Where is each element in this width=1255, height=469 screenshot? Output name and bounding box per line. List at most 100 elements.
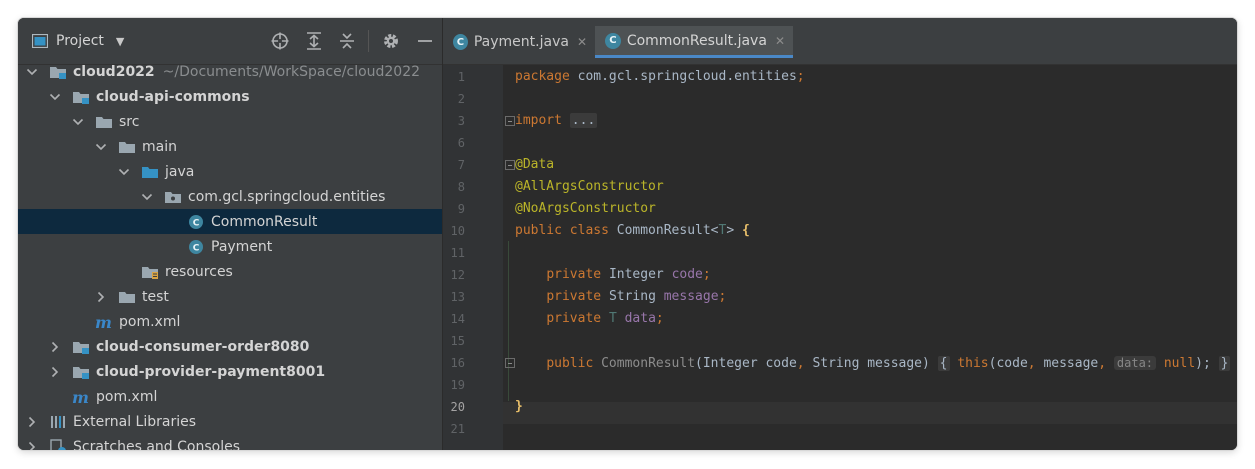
code-token: code — [671, 267, 703, 282]
tree-item[interactable]: m pom.xml — [18, 384, 442, 409]
tree-item[interactable]: Scratches and Consoles — [18, 434, 442, 451]
code-token: package — [515, 69, 578, 84]
fold-toggle-icon[interactable] — [505, 160, 515, 170]
tree-item[interactable]: External Libraries — [18, 409, 442, 434]
close-icon[interactable]: ✕ — [577, 35, 587, 49]
code-line[interactable]: } — [515, 396, 523, 418]
tree-item[interactable]: cloud-provider-payment8001 — [18, 359, 442, 384]
project-view-selector[interactable]: Project ▼ — [32, 30, 124, 52]
code-token: data — [624, 311, 656, 326]
chevron-down-icon[interactable] — [95, 141, 107, 153]
code-line[interactable]: import ... — [515, 110, 598, 132]
collapse-all-icon[interactable] — [337, 31, 357, 51]
code-token: CommonResult< — [616, 223, 719, 238]
code-token: , — [1027, 356, 1044, 371]
module-folder-icon — [73, 91, 89, 104]
code-line[interactable]: private T data; — [515, 308, 664, 330]
tree-item[interactable]: C Payment — [18, 234, 442, 259]
tree-item[interactable]: C CommonResult — [18, 209, 442, 234]
package-icon — [165, 191, 181, 203]
tab-payment-java[interactable]: C Payment.java ✕ — [443, 26, 595, 58]
tree-item[interactable]: main — [18, 134, 442, 159]
expand-all-icon[interactable] — [304, 31, 324, 51]
code-line[interactable]: public class CommonResult<T> { — [515, 220, 750, 242]
folded-region[interactable]: } — [1218, 356, 1231, 371]
code-token: private — [546, 267, 609, 282]
chevron-down-icon[interactable] — [141, 191, 153, 203]
code-token: message — [663, 289, 719, 304]
code-token: } — [515, 399, 523, 414]
hide-panel-icon[interactable] — [415, 31, 435, 51]
code-token: com.gcl.springcloud.entities — [577, 69, 797, 84]
chevron-right-icon[interactable] — [49, 366, 61, 378]
code-line[interactable]: private String message; — [515, 286, 726, 308]
tree-spacer — [72, 316, 84, 328]
code-line[interactable]: @AllArgsConstructor — [515, 176, 664, 198]
close-icon[interactable]: ✕ — [775, 34, 785, 48]
tree-spacer — [118, 266, 130, 278]
tree-item[interactable]: cloud-api-commons — [18, 84, 442, 109]
chevron-right-icon[interactable] — [26, 441, 38, 451]
line-number-gutter[interactable]: 1 2 3 6 7 8 9 10 11 12 13 14 15 16 19 20 21 — [443, 65, 503, 450]
line-number: 11 — [450, 246, 465, 260]
code-line[interactable]: private Integer code; — [515, 264, 710, 286]
tree-item[interactable]: test — [18, 284, 442, 309]
chevron-down-icon[interactable]: ▼ — [116, 35, 124, 48]
gear-icon[interactable] — [381, 31, 401, 51]
maven-icon: m — [95, 314, 112, 330]
tab-commonresult-java[interactable]: C CommonResult.java ✕ — [595, 26, 793, 58]
project-panel: Project ▼ cloud2022 ~/Documents/WorkSpac… — [18, 18, 443, 450]
tree-item[interactable]: src — [18, 109, 442, 134]
code-token: ; — [796, 69, 805, 84]
module-folder-icon — [73, 366, 89, 379]
tree-item-label: main — [142, 138, 177, 155]
code-line[interactable]: @NoArgsConstructor — [515, 198, 656, 220]
tree-item[interactable]: java — [18, 159, 442, 184]
folded-region[interactable]: { — [937, 356, 950, 371]
code-token: this — [957, 356, 989, 371]
tree-item-label: src — [119, 113, 140, 130]
folder-icon — [96, 116, 112, 128]
code-area[interactable]: package com.gcl.springcloud.entities; imp… — [503, 65, 1237, 450]
svg-text:m: m — [95, 314, 112, 330]
code-token: null — [1156, 356, 1196, 371]
tree-item-label: java — [165, 163, 195, 180]
code-line[interactable]: package com.gcl.springcloud.entities; — [515, 66, 805, 88]
ide-window: Project ▼ cloud2022 ~/Documents/WorkSpac… — [18, 18, 1237, 450]
line-number: 20 — [450, 400, 465, 414]
change-marker — [508, 241, 509, 401]
libraries-icon — [51, 415, 65, 428]
tree-item-label: cloud-consumer-order8080 — [96, 338, 310, 355]
code-token: ; — [655, 311, 664, 326]
code-line[interactable]: @Data — [515, 154, 554, 176]
code-token: public — [546, 356, 602, 371]
chevron-down-icon[interactable] — [72, 116, 84, 128]
fold-toggle-icon[interactable] — [505, 116, 515, 126]
tree-item[interactable]: cloud2022 ~/Documents/WorkSpace/cloud2022 — [18, 59, 442, 84]
line-number: 13 — [450, 290, 465, 304]
tree-item-path: ~/Documents/WorkSpace/cloud2022 — [162, 63, 421, 80]
code-token: T — [608, 311, 625, 326]
tree-item[interactable]: resources — [18, 259, 442, 284]
tree-item[interactable]: cloud-consumer-order8080 — [18, 334, 442, 359]
tree-item[interactable]: m pom.xml — [18, 309, 442, 334]
locate-icon[interactable] — [270, 31, 290, 51]
code-line[interactable]: public CommonResult(Integer code, String… — [515, 352, 1231, 374]
fold-toggle-icon[interactable] — [505, 358, 515, 368]
editor-tab-bar: C Payment.java ✕ C CommonResult.java ✕ — [443, 18, 1237, 65]
chevron-down-icon[interactable] — [49, 91, 61, 103]
chevron-right-icon[interactable] — [95, 291, 107, 303]
chevron-down-icon[interactable] — [26, 66, 38, 78]
tree-item-label: External Libraries — [73, 413, 196, 430]
folded-region[interactable]: ... — [569, 113, 598, 128]
code-token: @AllArgsConstructor — [515, 179, 664, 194]
tree-item[interactable]: com.gcl.springcloud.entities — [18, 184, 442, 209]
chevron-right-icon[interactable] — [49, 341, 61, 353]
line-number: 3 — [457, 114, 465, 128]
code-token: Integer — [608, 267, 672, 282]
folder-icon — [119, 291, 135, 303]
chevron-down-icon[interactable] — [118, 166, 130, 178]
chevron-right-icon[interactable] — [26, 416, 38, 428]
